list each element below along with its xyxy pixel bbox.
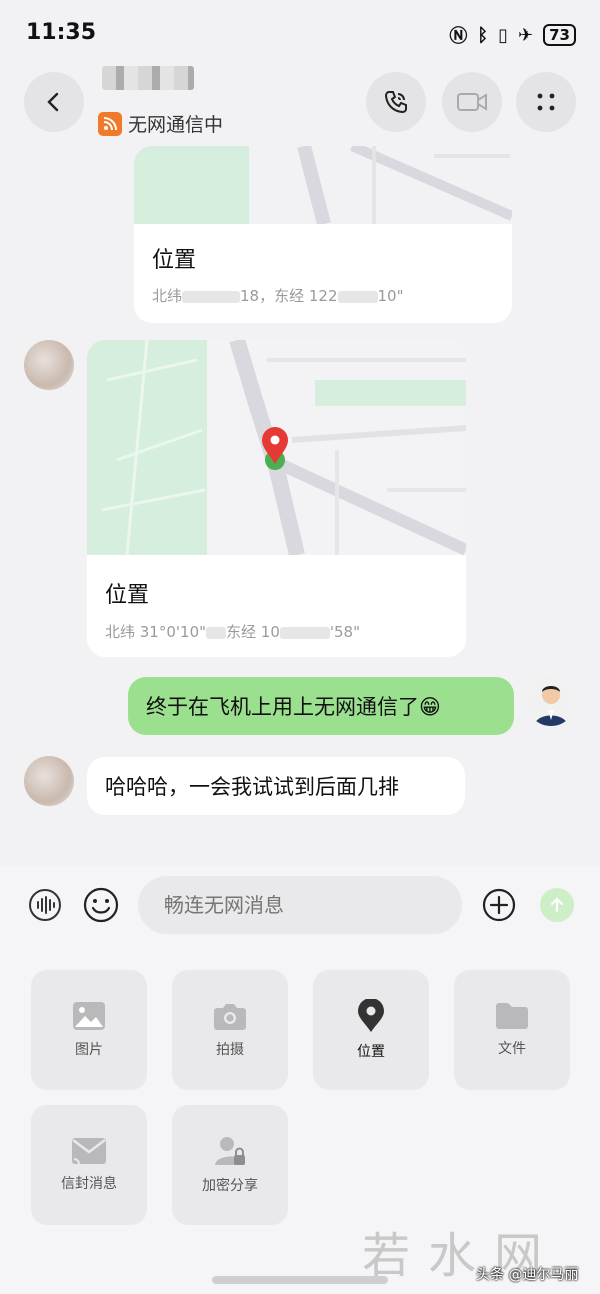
bluetooth-icon: ᛒ <box>477 24 489 46</box>
location-coordinates: 北纬 31°0'10" 东经 10'58" <box>105 623 360 641</box>
vibrate-icon: ▯ <box>498 24 509 46</box>
battery-indicator: 73 <box>543 24 576 46</box>
voice-input-button[interactable] <box>26 886 64 924</box>
panel-item-image[interactable]: 图片 <box>31 970 147 1090</box>
airplane-icon: ✈ <box>518 24 534 46</box>
home-indicator[interactable] <box>212 1276 388 1284</box>
camera-icon <box>214 1004 246 1030</box>
location-pin-icon <box>358 999 384 1032</box>
panel-item-file[interactable]: 文件 <box>454 970 570 1090</box>
location-title: 位置 <box>105 583 150 608</box>
panel-item-label: 图片 <box>75 1042 103 1058</box>
offline-network-icon <box>98 111 122 136</box>
panel-item-secure-share[interactable]: 加密分享 <box>172 1105 288 1225</box>
video-call-button[interactable] <box>442 72 502 132</box>
phone-call-icon <box>384 91 407 114</box>
secure-share-icon <box>215 1137 245 1165</box>
panel-item-label: 拍摄 <box>216 1042 244 1058</box>
map-preview <box>87 340 466 555</box>
status-time: 11:35 <box>26 20 97 45</box>
panel-item-label: 信封消息 <box>61 1176 117 1192</box>
panel-item-envelope-message[interactable]: 信封消息 <box>31 1105 147 1225</box>
chevron-left-icon <box>47 92 59 112</box>
panel-item-label: 文件 <box>498 1041 526 1057</box>
smiley-icon <box>83 887 119 923</box>
panel-item-camera[interactable]: 拍摄 <box>172 970 288 1090</box>
back-button[interactable] <box>24 72 84 132</box>
envelope-icon <box>72 1138 106 1165</box>
folder-icon <box>496 1003 528 1029</box>
status-bar: 11:35 Ⓝ ᛒ ▯ ✈ 73 <box>0 0 600 70</box>
network-status-text: 无网通信中 <box>128 114 224 136</box>
location-coordinates: 北纬 18，东经 122 10" <box>152 287 404 305</box>
panel-item-location[interactable]: 位置 <box>313 970 429 1090</box>
contact-avatar[interactable] <box>24 340 74 390</box>
message-input[interactable] <box>138 876 462 934</box>
location-message-card[interactable]: 位置 北纬 18，东经 122 10" <box>134 146 512 323</box>
status-icons: Ⓝ ᛒ ▯ ✈ 73 <box>449 22 576 48</box>
location-title: 位置 <box>152 248 197 273</box>
voice-waveform-icon <box>29 889 61 921</box>
panel-item-label: 位置 <box>357 1044 385 1060</box>
message-text: 哈哈哈，一会我试试到后面几排 <box>105 775 399 799</box>
message-text: 终于在飞机上用上无网通信了😁 <box>146 695 441 719</box>
plus-circle-icon <box>482 888 516 922</box>
contact-name-redacted <box>102 66 194 90</box>
panel-item-label: 加密分享 <box>202 1178 258 1194</box>
add-attachment-button[interactable] <box>480 886 518 924</box>
image-icon <box>73 1002 105 1030</box>
send-button[interactable] <box>540 888 574 922</box>
emoji-button[interactable] <box>80 884 122 926</box>
my-avatar[interactable] <box>526 676 576 726</box>
outgoing-message-bubble[interactable]: 终于在飞机上用上无网通信了😁 <box>128 677 514 735</box>
arrow-up-icon <box>550 897 564 913</box>
video-camera-icon <box>457 93 487 111</box>
map-preview <box>134 146 512 224</box>
more-options-button[interactable] <box>516 72 576 132</box>
source-credit: 头条 @迪尔马丽 <box>476 1267 579 1283</box>
location-message-card[interactable]: 位置 北纬 31°0'10" 东经 10'58" <box>87 340 466 657</box>
voice-call-button[interactable] <box>366 72 426 132</box>
network-status: 无网通信中 <box>98 110 223 137</box>
dots-grid-icon <box>537 93 555 111</box>
nfc-icon: Ⓝ <box>449 26 468 47</box>
contact-avatar[interactable] <box>24 756 74 806</box>
incoming-message-bubble[interactable]: 哈哈哈，一会我试试到后面几排 <box>87 757 465 815</box>
